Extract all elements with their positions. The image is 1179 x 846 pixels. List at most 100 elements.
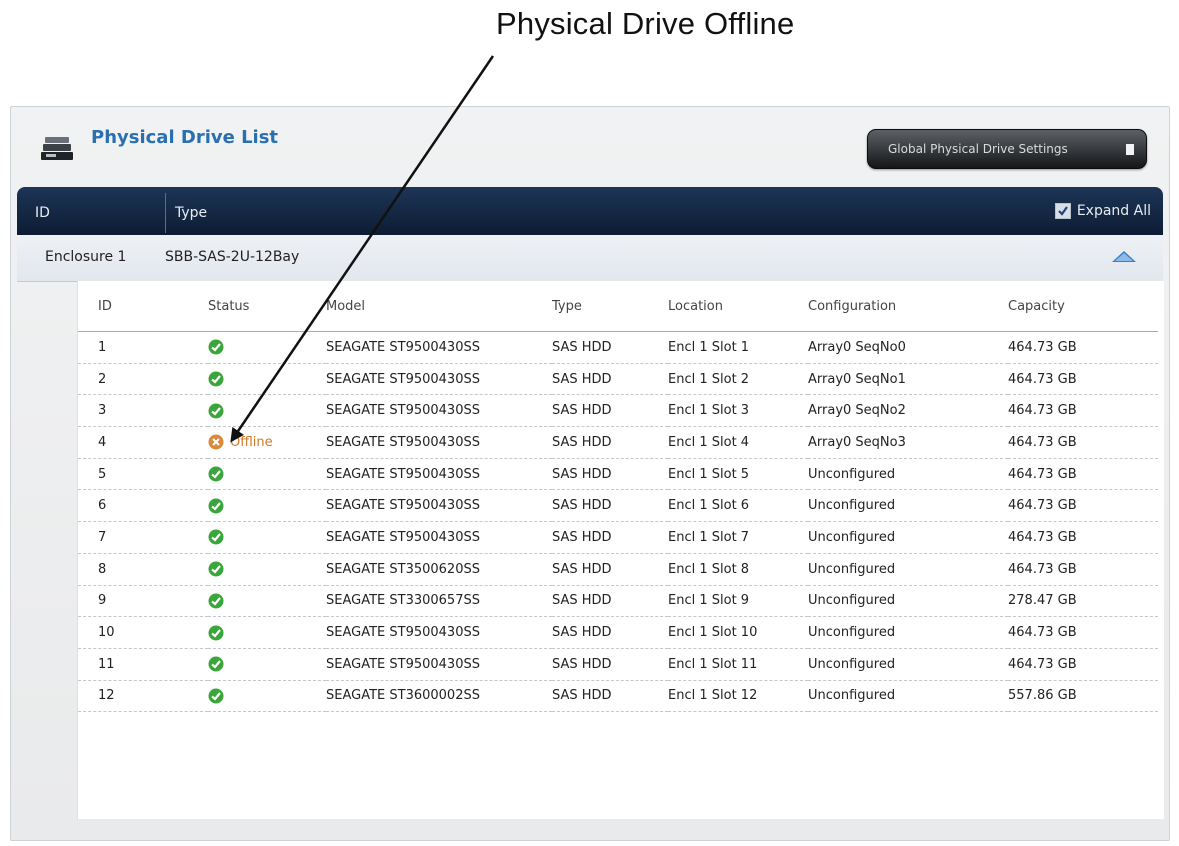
model-cell: SEAGATE ST9500430SS <box>326 426 552 459</box>
status-wrap <box>208 529 326 545</box>
configuration-cell: Unconfigured <box>808 680 1008 713</box>
drive-stack-icon <box>41 137 73 160</box>
global-physical-drive-settings-button[interactable]: Global Physical Drive Settings <box>867 129 1147 169</box>
table-row[interactable]: 7 SEAGATE ST9500430SS SAS HDD Encl 1 Slot 7… <box>78 521 1158 554</box>
capacity-cell: 464.73 GB <box>1008 363 1158 396</box>
configuration-cell: Unconfigured <box>808 458 1008 491</box>
configuration-cell: Array0 SeqNo3 <box>808 426 1008 459</box>
table-row[interactable]: 12 SEAGATE ST3600002SS SAS HDD Encl 1 Slot … <box>78 680 1158 713</box>
location-cell: Encl 1 Slot 12 <box>668 680 808 713</box>
status-wrap <box>208 688 326 704</box>
status-cell <box>208 585 326 618</box>
location-cell: Encl 1 Slot 10 <box>668 616 808 649</box>
status-cell <box>208 553 326 586</box>
enclosure-row[interactable]: Enclosure 1 SBB-SAS-2U-12Bay <box>17 235 1163 282</box>
id-cell: 12 <box>78 680 208 713</box>
status-cell <box>208 616 326 649</box>
capacity-cell: 464.73 GB <box>1008 458 1158 491</box>
expand-all-checkbox[interactable] <box>1054 203 1071 219</box>
model-cell: SEAGATE ST9500430SS <box>326 394 552 428</box>
type-cell: SAS HDD <box>552 458 668 491</box>
id-cell: 11 <box>78 648 208 681</box>
capacity-cell: 464.73 GB <box>1008 489 1158 523</box>
status-cell <box>208 394 326 428</box>
id-cell: 10 <box>78 616 208 649</box>
status-wrap: Offline <box>208 434 326 450</box>
table-row[interactable]: 3 SEAGATE ST9500430SS SAS HDD Encl 1 Slot 3… <box>78 394 1158 428</box>
id-cell: 4 <box>78 426 208 459</box>
physical-drive-panel: Physical Drive List Global Physical Driv… <box>10 106 1170 841</box>
status-wrap <box>208 561 326 577</box>
expand-all-label: Expand All <box>1076 203 1151 219</box>
table-row[interactable]: 9 SEAGATE ST3300657SS SAS HDD Encl 1 Slot 9… <box>78 585 1158 618</box>
status-cell <box>208 331 326 364</box>
column-header-status[interactable]: Status <box>208 281 326 332</box>
table-row[interactable]: 4 Offline SEAGATE ST9500430SS SAS HDD Encl 1… <box>78 426 1158 459</box>
type-cell: SAS HDD <box>552 331 668 364</box>
checkmark-icon <box>1058 206 1068 216</box>
configuration-cell: Unconfigured <box>808 648 1008 681</box>
check-circle-icon <box>208 561 224 577</box>
type-cell: SAS HDD <box>552 521 668 554</box>
id-cell: 6 <box>78 489 208 523</box>
status-cell <box>208 458 326 491</box>
location-cell: Encl 1 Slot 6 <box>668 489 808 523</box>
location-cell: Encl 1 Slot 4 <box>668 426 808 459</box>
enclosure-id: Enclosure 1 <box>45 249 127 265</box>
header-divider <box>165 193 166 233</box>
header-type[interactable]: Type <box>175 205 207 221</box>
drive-table-container: ID Status Model Type Location Configurat… <box>77 281 1164 819</box>
table-row[interactable]: 8 SEAGATE ST3500620SS SAS HDD Encl 1 Slot 8… <box>78 553 1158 586</box>
table-row[interactable]: 5 SEAGATE ST9500430SS SAS HDD Encl 1 Slot 5… <box>78 458 1158 491</box>
configuration-cell: Unconfigured <box>808 553 1008 586</box>
location-cell: Encl 1 Slot 11 <box>668 648 808 681</box>
id-cell: 9 <box>78 585 208 618</box>
check-circle-icon <box>208 498 224 514</box>
table-row[interactable]: 11 SEAGATE ST9500430SS SAS HDD Encl 1 Slot … <box>78 648 1158 681</box>
column-header-id[interactable]: ID <box>78 281 208 332</box>
configuration-cell: Unconfigured <box>808 616 1008 649</box>
model-cell: SEAGATE ST3300657SS <box>326 585 552 618</box>
status-wrap <box>208 403 326 419</box>
type-cell: SAS HDD <box>552 616 668 649</box>
table-row[interactable]: 1 SEAGATE ST9500430SS SAS HDD Encl 1 Slot 1… <box>78 331 1158 364</box>
location-cell: Encl 1 Slot 1 <box>668 331 808 364</box>
drive-table: ID Status Model Type Location Configurat… <box>78 281 1158 713</box>
expand-all-toggle[interactable]: Expand All <box>1054 203 1151 219</box>
type-cell: SAS HDD <box>552 585 668 618</box>
model-cell: SEAGATE ST9500430SS <box>326 363 552 396</box>
table-row[interactable]: 10 SEAGATE ST9500430SS SAS HDD Encl 1 Slot … <box>78 616 1158 649</box>
location-cell: Encl 1 Slot 9 <box>668 585 808 618</box>
model-cell: SEAGATE ST9500430SS <box>326 616 552 649</box>
model-cell: SEAGATE ST9500430SS <box>326 331 552 364</box>
header-id[interactable]: ID <box>35 205 50 221</box>
model-cell: SEAGATE ST9500430SS <box>326 458 552 491</box>
model-cell: SEAGATE ST3500620SS <box>326 553 552 586</box>
column-header-location[interactable]: Location <box>668 281 808 332</box>
type-cell: SAS HDD <box>552 553 668 586</box>
callout-label: Physical Drive Offline <box>496 6 795 41</box>
column-header-capacity[interactable]: Capacity <box>1008 281 1158 332</box>
location-cell: Encl 1 Slot 3 <box>668 394 808 428</box>
column-header-type[interactable]: Type <box>552 281 668 332</box>
configuration-cell: Unconfigured <box>808 521 1008 554</box>
capacity-cell: 464.73 GB <box>1008 426 1158 459</box>
chevron-up-icon[interactable] <box>1111 249 1137 263</box>
panel-title: Physical Drive List <box>91 127 279 148</box>
capacity-cell: 464.73 GB <box>1008 394 1158 428</box>
check-circle-icon <box>208 625 224 641</box>
capacity-cell: 464.73 GB <box>1008 331 1158 364</box>
id-cell: 2 <box>78 363 208 396</box>
configuration-cell: Unconfigured <box>808 585 1008 618</box>
model-cell: SEAGATE ST9500430SS <box>326 521 552 554</box>
x-circle-icon <box>208 434 224 450</box>
location-cell: Encl 1 Slot 8 <box>668 553 808 586</box>
status-wrap <box>208 466 326 482</box>
column-header-configuration[interactable]: Configuration <box>808 281 1008 332</box>
type-cell: SAS HDD <box>552 394 668 428</box>
table-row[interactable]: 6 SEAGATE ST9500430SS SAS HDD Encl 1 Slot 6… <box>78 489 1158 523</box>
status-wrap <box>208 339 326 355</box>
column-header-model[interactable]: Model <box>326 281 552 332</box>
model-cell: SEAGATE ST3600002SS <box>326 680 552 713</box>
table-row[interactable]: 2 SEAGATE ST9500430SS SAS HDD Encl 1 Slot 2… <box>78 363 1158 396</box>
